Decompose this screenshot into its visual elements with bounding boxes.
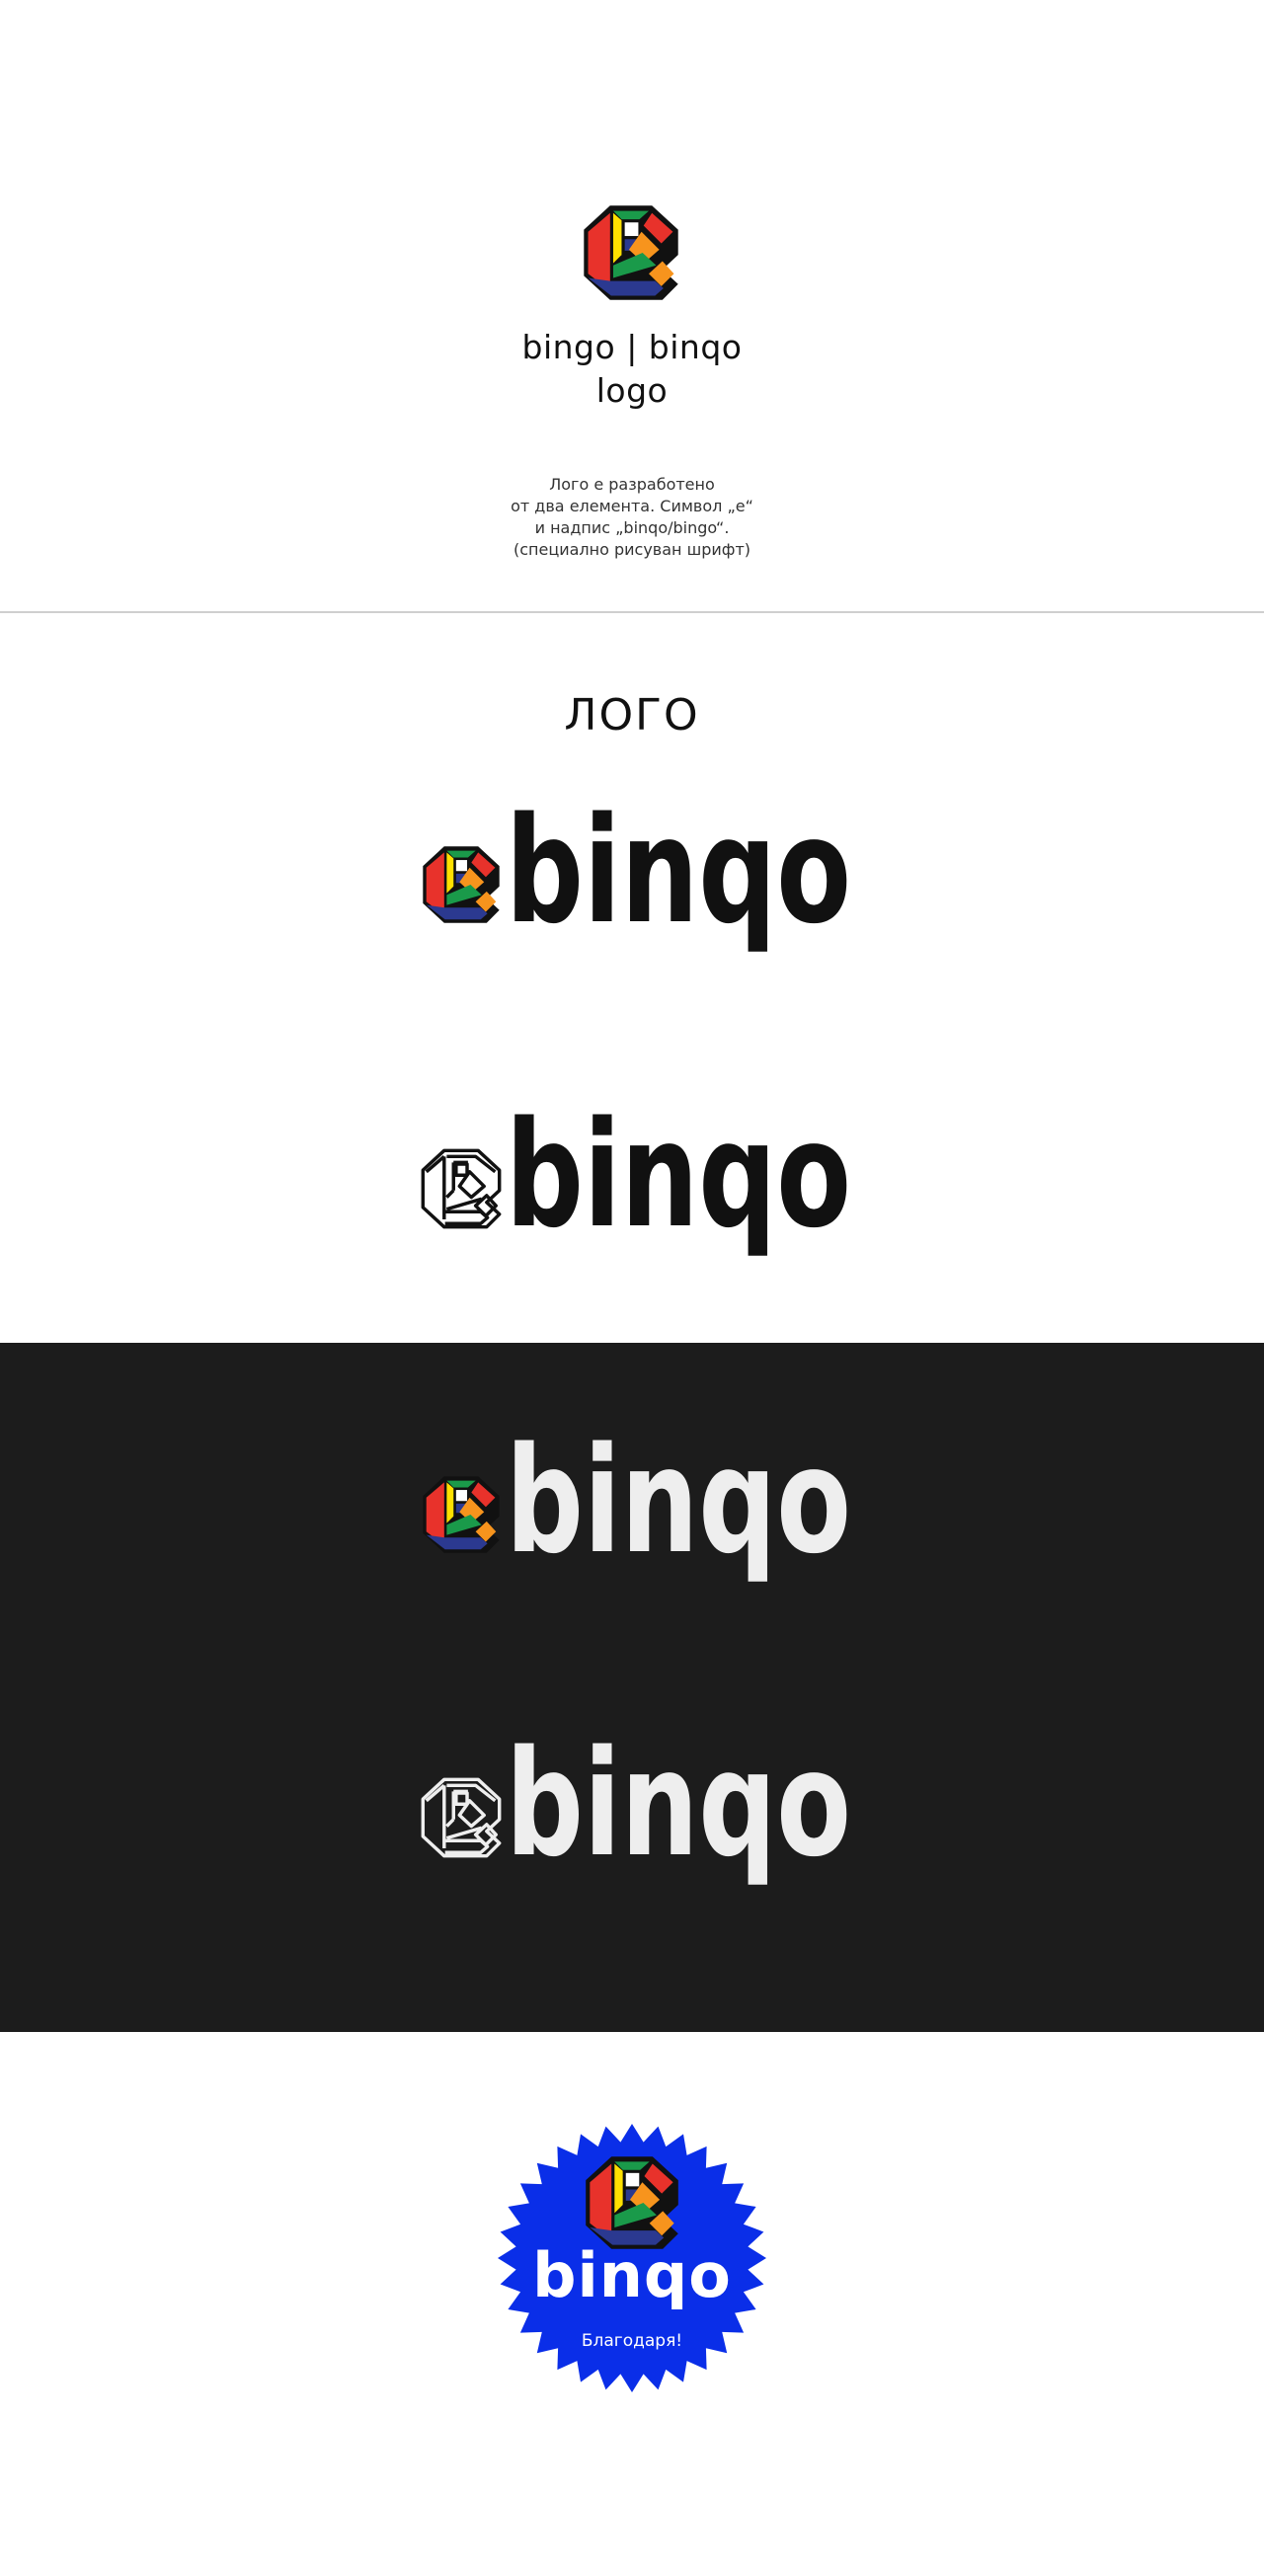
page-title: bingo | binqo logo xyxy=(0,326,1264,413)
wordmark: binqo xyxy=(506,1114,851,1260)
badge-wordmark: binqo xyxy=(532,2239,732,2311)
logo-outline-on-dark: binqo xyxy=(419,1743,853,1891)
badge-thanks-text: Благодаря! xyxy=(581,2331,683,2351)
logo-description: Лого е разработено от два елемента. Симв… xyxy=(0,474,1264,561)
logo-color-on-white: binqo xyxy=(419,810,853,958)
logo-symbol-color-icon xyxy=(586,2156,678,2249)
description-line: и надпис „binqo/bingo“. xyxy=(534,518,730,537)
logo-symbol-color-icon xyxy=(423,1476,500,1553)
description-line: Лого е разработено xyxy=(549,475,715,494)
section-divider xyxy=(0,611,1264,613)
description-line: (специално рисуван шрифт) xyxy=(513,540,751,559)
wordmark: binqo xyxy=(506,810,851,956)
wordmark: binqo xyxy=(506,1743,851,1889)
title-line-1: bingo | binqo xyxy=(521,328,743,366)
wordmark: binqo xyxy=(506,1440,851,1586)
logo-outline-on-white: binqo xyxy=(419,1114,853,1262)
logo-symbol-color-icon xyxy=(584,205,678,300)
title-line-2: logo xyxy=(595,371,669,410)
description-line: от два елемента. Символ „е“ xyxy=(511,497,753,515)
logo-symbol-color-icon xyxy=(423,846,500,923)
section-title: ЛОГО xyxy=(564,690,700,741)
logo-color-on-dark: binqo xyxy=(419,1440,853,1588)
logo-symbol-outline-icon xyxy=(421,1777,502,1858)
logo-symbol-outline-icon xyxy=(421,1148,502,1229)
